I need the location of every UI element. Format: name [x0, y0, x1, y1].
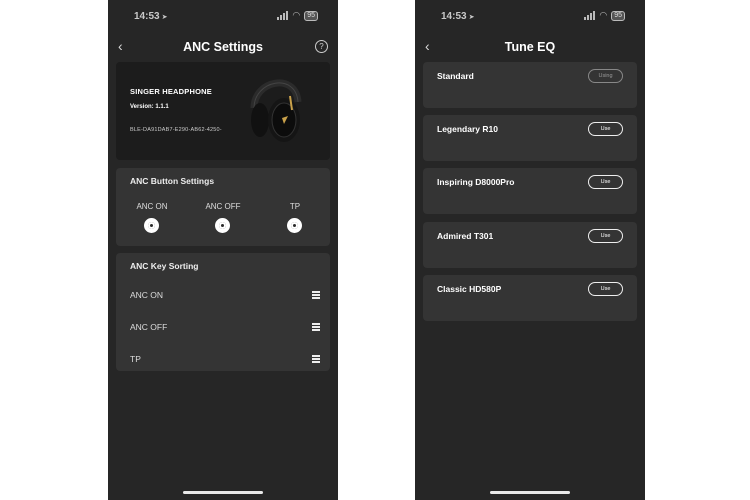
eq-preset-inspiring-d8000pro[interactable]: Inspiring D8000Pro Use: [423, 168, 637, 214]
use-button[interactable]: Use: [588, 175, 623, 189]
anc-settings-screen: 14:53 ➤ ◠ 95 ‹ ANC Settings ? SINGER HEAD…: [108, 0, 338, 500]
sort-label: ANC OFF: [130, 322, 168, 332]
anc-key-sorting-card: ANC Key Sorting ANC ON ANC OFF TP: [116, 253, 330, 371]
use-button[interactable]: Use: [588, 229, 623, 243]
section-title: ANC Key Sorting: [130, 261, 199, 271]
eq-preset-admired-t301[interactable]: Admired T301 Use: [423, 222, 637, 268]
radio-tp[interactable]: [287, 218, 302, 233]
page-title: ANC Settings: [183, 40, 263, 54]
eq-preset-name: Admired T301: [437, 231, 494, 241]
eq-preset-name: Classic HD580P: [437, 284, 502, 294]
use-button[interactable]: Use: [588, 122, 623, 136]
cellular-signal-icon: [584, 11, 596, 20]
sort-row-tp[interactable]: TP: [116, 345, 330, 377]
status-bar: 14:53 ➤ ◠ 95: [415, 10, 645, 24]
help-icon[interactable]: ?: [315, 40, 328, 53]
wifi-icon: ◠: [599, 10, 608, 20]
status-bar: 14:53 ➤ ◠ 95: [108, 10, 338, 24]
eq-preset-classic-hd580p[interactable]: Classic HD580P Use: [423, 275, 637, 321]
sort-row-anc-on[interactable]: ANC ON: [116, 281, 330, 313]
status-time: 14:53 ➤: [441, 11, 475, 22]
location-arrow-icon: ➤: [468, 14, 475, 21]
nav-bar: ‹ ANC Settings ?: [108, 38, 338, 58]
radio-anc-off[interactable]: [215, 218, 230, 233]
eq-preset-name: Inspiring D8000Pro: [437, 177, 515, 187]
option-label-anc-on: ANC ON: [136, 202, 168, 211]
battery-icon: 95: [304, 10, 318, 21]
page-title: Tune EQ: [504, 40, 556, 54]
device-id: BLE-DA91DAB7-E290-AB62-4250-: [130, 127, 222, 133]
device-version: Version: 1.1.1: [130, 104, 169, 110]
tune-eq-screen: 14:53 ➤ ◠ 95 ‹ Tune EQ Standard Using Leg…: [415, 0, 645, 500]
sort-row-anc-off[interactable]: ANC OFF: [116, 313, 330, 345]
location-arrow-icon: ➤: [161, 14, 168, 21]
anc-button-settings-card: ANC Button Settings ANC ON ANC OFF TP: [116, 168, 330, 246]
section-title: ANC Button Settings: [130, 176, 215, 186]
cellular-signal-icon: [277, 11, 289, 20]
eq-preset-name: Legendary R10: [437, 124, 498, 134]
eq-preset-legendary-r10[interactable]: Legendary R10 Use: [423, 115, 637, 161]
device-card: SINGER HEADPHONE Version: 1.1.1 BLE-DA91…: [116, 62, 330, 160]
drag-handle-icon[interactable]: [312, 323, 320, 331]
sort-label: TP: [130, 354, 141, 364]
home-indicator[interactable]: [490, 491, 570, 494]
battery-icon: 95: [611, 10, 625, 21]
use-button[interactable]: Use: [588, 282, 623, 296]
home-indicator[interactable]: [183, 491, 263, 494]
option-label-anc-off: ANC OFF: [205, 202, 241, 211]
nav-bar: ‹ Tune EQ: [415, 38, 645, 58]
using-button[interactable]: Using: [588, 69, 623, 83]
eq-preset-name: Standard: [437, 71, 474, 81]
option-label-tp: TP: [289, 202, 301, 211]
eq-preset-standard[interactable]: Standard Using: [423, 62, 637, 108]
radio-anc-on[interactable]: [144, 218, 159, 233]
drag-handle-icon[interactable]: [312, 291, 320, 299]
headphone-image: [250, 79, 302, 142]
sort-label: ANC ON: [130, 290, 164, 300]
wifi-icon: ◠: [292, 10, 301, 20]
status-time: 14:53 ➤: [134, 11, 168, 22]
drag-handle-icon[interactable]: [312, 355, 320, 363]
device-name: SINGER HEADPHONE: [130, 87, 212, 96]
